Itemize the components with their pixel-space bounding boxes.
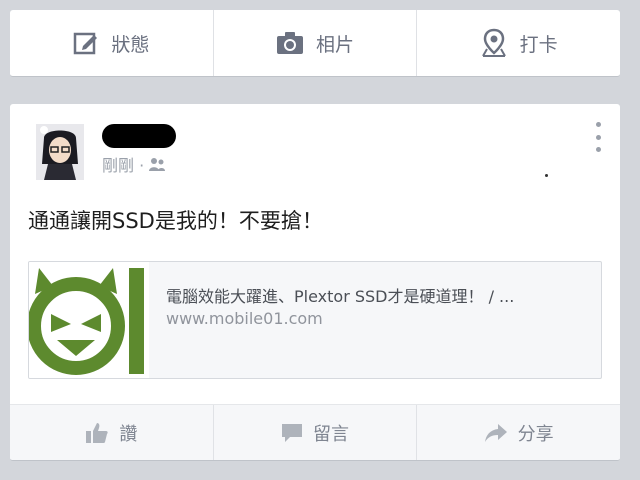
share-label: 分享 <box>517 424 554 445</box>
avatar[interactable] <box>36 124 84 180</box>
more-options-icon[interactable] <box>594 122 602 152</box>
feed-post: 剛剛 · 通通讓開SSD是我的！不要搶！ 電腦效能大躍進、Plextor SSD… <box>10 104 620 461</box>
thumbs-up-icon <box>85 422 109 444</box>
comment-button[interactable]: 留言 <box>212 405 417 460</box>
photo-button[interactable]: 相片 <box>212 10 417 76</box>
checkin-button[interactable]: 打卡 <box>416 10 620 76</box>
status-label: 狀態 <box>111 33 150 56</box>
author-name-redacted[interactable] <box>102 124 176 148</box>
link-url: www.mobile01.com <box>166 309 323 328</box>
composer-bar: 狀態 相片 打卡 <box>10 10 620 77</box>
location-pin-icon <box>480 28 508 58</box>
checkin-label: 打卡 <box>519 33 558 56</box>
post-text: 通通讓開SSD是我的！不要搶！ <box>28 209 323 233</box>
post-timestamp[interactable]: 剛剛 · <box>102 152 144 176</box>
edit-icon <box>73 30 99 56</box>
status-button[interactable]: 狀態 <box>10 10 213 76</box>
friends-icon[interactable] <box>148 156 166 172</box>
post-meta: 剛剛 · <box>102 152 166 176</box>
link-title[interactable]: 電腦效能大躍進、Plextor SSD才是硬道理！ / ... <box>166 283 586 307</box>
share-arrow-icon <box>484 423 508 443</box>
comment-icon <box>281 423 303 443</box>
link-preview-card[interactable]: 電腦效能大躍進、Plextor SSD才是硬道理！ / ... www.mobi… <box>28 261 602 379</box>
like-label: 讚 <box>119 424 138 445</box>
post-actions: 讚 留言 分享 <box>10 404 620 460</box>
stray-dot <box>545 174 548 177</box>
like-button[interactable]: 讚 <box>10 405 213 460</box>
comment-label: 留言 <box>313 424 349 445</box>
camera-icon <box>276 31 304 55</box>
share-button[interactable]: 分享 <box>416 405 620 460</box>
mobile01-logo <box>29 262 149 378</box>
photo-label: 相片 <box>316 33 355 56</box>
